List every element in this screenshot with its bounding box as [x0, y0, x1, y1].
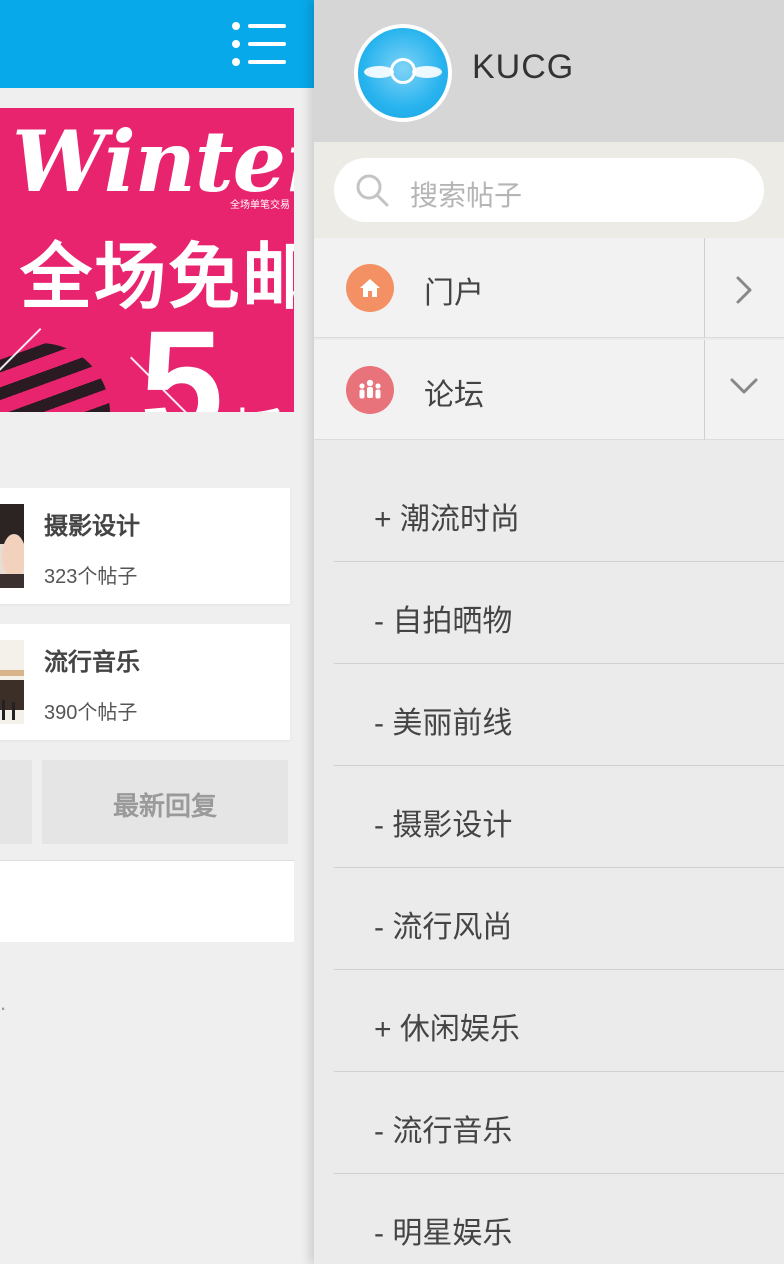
top-bar: [0, 0, 314, 88]
sub-forum-label: - 摄影设计: [374, 809, 513, 842]
search-input[interactable]: 搜索帖子: [334, 158, 764, 222]
chevron-right-icon[interactable]: [706, 238, 784, 338]
footer-text: .: [0, 990, 7, 1015]
tab-latest-reply[interactable]: 最新回复: [42, 760, 288, 844]
sub-forum-item[interactable]: - 流行风尚: [334, 868, 784, 970]
sub-forum-label: + 休闲娱乐: [374, 1013, 520, 1046]
avatar[interactable]: [354, 24, 452, 122]
sub-forum-item[interactable]: - 流行音乐: [334, 1072, 784, 1174]
forum-card[interactable]: 摄影设计 323个帖子: [0, 488, 290, 604]
sub-forum-item[interactable]: + 潮流时尚: [334, 460, 784, 562]
sub-forum-label: - 美丽前线: [374, 707, 513, 740]
sub-forum-item[interactable]: - 明星娱乐: [334, 1174, 784, 1264]
sub-forum-item[interactable]: - 摄影设计: [334, 766, 784, 868]
nav-item-label: 论坛: [424, 379, 484, 412]
tab-latest-posts[interactable]: [0, 760, 32, 844]
sub-forum-label: - 流行风尚: [374, 911, 513, 944]
chevron-down-icon[interactable]: [706, 340, 784, 440]
people-icon: [346, 366, 394, 414]
banner-number: 5: [140, 299, 224, 412]
sub-forum-item[interactable]: + 休闲娱乐: [334, 970, 784, 1072]
forum-post-count: 390个帖子: [44, 702, 138, 724]
forum-post-count: 323个帖子: [44, 566, 138, 588]
sub-forum-item[interactable]: - 美丽前线: [334, 664, 784, 766]
forum-thumbnail: [0, 504, 24, 588]
search-icon: [356, 174, 389, 207]
nav-item-portal[interactable]: 门户: [314, 238, 784, 338]
sub-forum-item[interactable]: - 自拍晒物: [334, 562, 784, 664]
sub-forum-label: + 潮流时尚: [374, 503, 520, 536]
nav-item-forum[interactable]: 论坛: [314, 340, 784, 440]
promo-banner[interactable]: Winter 全场单笔交易 全场免邮 5 折起: [0, 108, 294, 412]
sub-forum-label: - 明星娱乐: [374, 1217, 513, 1250]
search-placeholder: 搜索帖子: [410, 180, 523, 211]
home-icon: [346, 264, 394, 312]
username: KUCG: [472, 48, 575, 86]
post-list-item[interactable]: [0, 860, 294, 942]
profile-header[interactable]: KUCG: [314, 0, 784, 142]
nav-item-label: 门户: [424, 277, 484, 310]
side-drawer: KUCG 搜索帖子 门户 论坛 + 潮流时尚 - 自拍晒物 - 美丽前线 - 摄…: [314, 0, 784, 1264]
tab-label: 最新回复: [112, 791, 217, 821]
forum-name: 流行音乐: [44, 649, 140, 676]
forum-thumbnail: [0, 640, 24, 724]
banner-side-text: 折起: [230, 390, 294, 412]
main-page: Winter 全场单笔交易 全场免邮 5 折起 摄影设计 323个帖子 流行音乐…: [0, 0, 314, 1264]
sub-forum-label: - 自拍晒物: [374, 605, 513, 638]
search-area: 搜索帖子: [314, 142, 784, 238]
sub-forum-label: - 流行音乐: [374, 1115, 513, 1148]
forum-name: 摄影设计: [44, 513, 140, 540]
hamburger-list-icon[interactable]: [232, 20, 288, 68]
banner-tiny-text: 全场单笔交易: [230, 200, 290, 211]
forum-card[interactable]: 流行音乐 390个帖子: [0, 624, 290, 740]
